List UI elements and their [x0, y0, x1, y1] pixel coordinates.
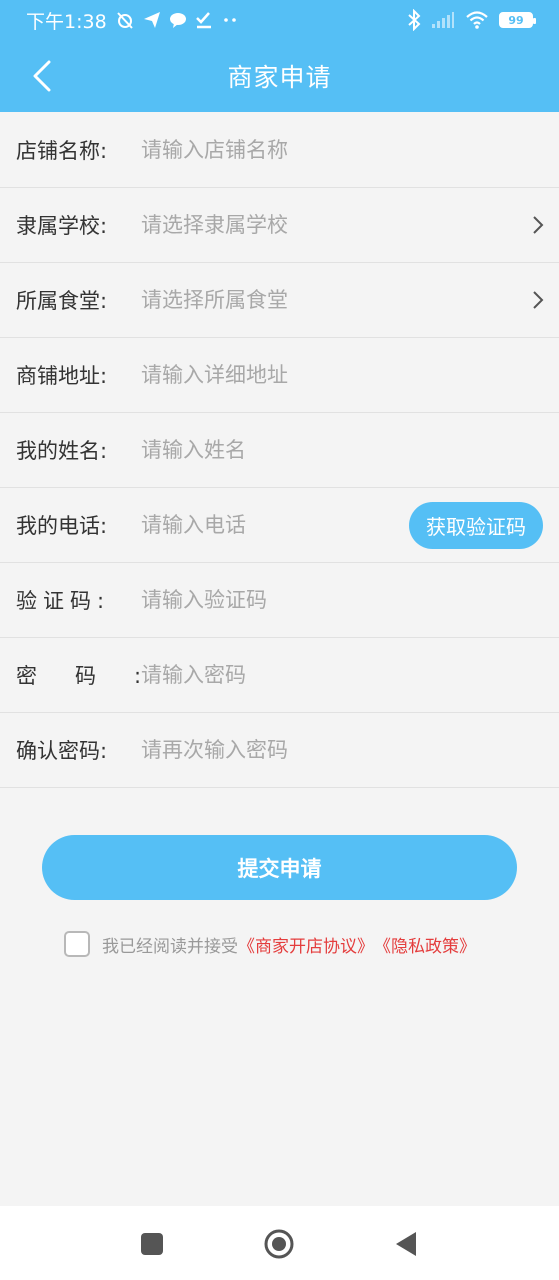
status-bar: 下午1:38 99 [0, 0, 559, 40]
phone-label: 我的电话: [16, 514, 108, 538]
chat-bubble-icon [169, 13, 186, 28]
password-label: 密码: [16, 664, 180, 688]
password-input[interactable] [141, 655, 559, 695]
confirm-password-input[interactable] [141, 730, 559, 770]
wifi-icon [466, 11, 488, 29]
form-row-code: 验证码: [0, 563, 559, 638]
address-label: 商铺地址: [16, 364, 108, 388]
agreement-text: 我已经阅读并接受 [102, 936, 238, 957]
submit-button[interactable]: 提交申请 [42, 835, 517, 900]
bluetooth-icon [408, 9, 421, 31]
privacy-policy-link[interactable]: 《隐私政策》 [374, 932, 476, 957]
get-code-button[interactable]: 获取验证码 [409, 502, 543, 549]
chevron-right-icon [533, 216, 544, 234]
form-row-shop-name: 店铺名称: [0, 113, 559, 188]
status-time: 下午1:38 [26, 10, 107, 33]
status-right: 99 [407, 9, 536, 31]
recent-apps-icon[interactable] [140, 1232, 164, 1256]
shop-name-label: 店铺名称: [16, 139, 108, 163]
send-icon [143, 12, 160, 28]
form-row-phone: 我的电话: 获取验证码 [0, 488, 559, 563]
more-dots-icon [223, 18, 236, 22]
code-label: 验证码: [16, 589, 111, 613]
code-input[interactable] [141, 580, 559, 620]
header-bar: 商家申请 [0, 40, 559, 112]
battery-indicator: 99 [499, 12, 536, 28]
agreement-checkbox[interactable] [64, 931, 90, 957]
back-button[interactable] [22, 56, 62, 96]
form-row-address: 商铺地址: [0, 338, 559, 413]
home-icon[interactable] [263, 1228, 295, 1260]
name-label: 我的姓名: [16, 439, 108, 463]
merchant-agreement-link[interactable]: 《商家开店协议》 [238, 932, 374, 957]
page-title: 商家申请 [227, 63, 332, 92]
form-row-password: 密码: [0, 638, 559, 713]
canteen-label: 所属食堂: [16, 289, 108, 313]
task-done-icon [195, 12, 211, 29]
shop-name-input[interactable] [141, 130, 559, 170]
form-row-school[interactable]: 隶属学校: [0, 188, 559, 263]
application-form: 店铺名称: 隶属学校: 所属食堂: 商铺地址: 我的姓名: 我的电话: 获取验证… [0, 113, 559, 788]
school-label: 隶属学校: [16, 214, 108, 238]
chevron-right-icon [533, 291, 544, 309]
name-input[interactable] [141, 430, 559, 470]
address-input[interactable] [141, 355, 559, 395]
status-left: 下午1:38 [26, 7, 239, 34]
back-triangle-icon[interactable] [394, 1231, 418, 1257]
form-row-confirm-password: 确认密码: [0, 713, 559, 788]
form-row-name: 我的姓名: [0, 413, 559, 488]
canteen-select[interactable] [141, 280, 559, 320]
alarm-off-icon [116, 12, 133, 29]
chevron-left-icon [33, 60, 51, 92]
agreement-row: 我已经阅读并接受 《商家开店协议》 《隐私政策》 [64, 929, 476, 959]
signal-icon [432, 12, 454, 28]
system-nav-bar [0, 1206, 559, 1280]
confirm-password-label: 确认密码: [16, 739, 108, 763]
school-select[interactable] [141, 205, 559, 245]
form-row-canteen[interactable]: 所属食堂: [0, 263, 559, 338]
